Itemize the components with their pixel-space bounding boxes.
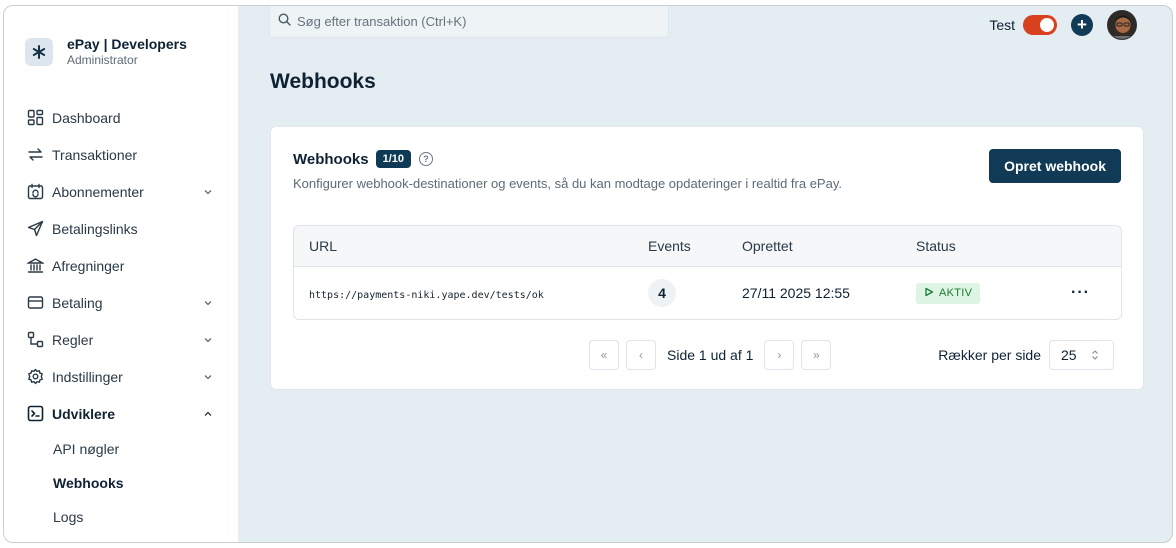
chevron-down-icon — [201, 370, 215, 384]
brand-role: Administrator — [67, 53, 138, 67]
search-bar[interactable] — [269, 6, 669, 38]
table-header: URL Events Oprettet Status — [294, 226, 1121, 267]
webhooks-card: Webhooks 1/10 ? Konfigurer webhook-desti… — [270, 126, 1144, 390]
table-row[interactable]: https://payments-niki.yape.dev/tests/ok … — [294, 267, 1121, 319]
card-title: Webhooks — [293, 150, 369, 168]
sidebar-item-label: Indstillinger — [52, 368, 123, 385]
chevron-down-icon — [201, 185, 215, 199]
chevron-updown-icon — [1091, 349, 1099, 361]
rows-per-page-select[interactable]: 25 — [1049, 340, 1114, 370]
workflow-icon — [26, 331, 44, 349]
sidebar-item-indstillinger[interactable]: Indstillinger — [18, 358, 223, 395]
rows-per-page: Rækker per side 25 — [938, 340, 1114, 370]
terminal-icon — [26, 405, 44, 423]
sidebar-subitem-logs[interactable]: Logs — [18, 500, 223, 534]
topbar-actions: Test + — [989, 10, 1137, 40]
sidebar-item-label: Abonnementer — [52, 183, 144, 200]
status-label: AKTIV — [939, 287, 973, 299]
gear-icon — [26, 368, 44, 386]
sidebar-item-label: Betalingslinks — [52, 220, 138, 237]
test-mode-toggle[interactable] — [1023, 15, 1057, 35]
page-title: Webhooks — [270, 70, 376, 93]
status-badge: AKTIV — [916, 282, 981, 304]
sidebar-nav: Dashboard Transaktioner Abonnementer Bet… — [18, 99, 223, 534]
sidebar-item-label: Transaktioner — [52, 146, 138, 163]
search-input[interactable] — [297, 14, 657, 29]
webhook-url: https://payments-niki.yape.dev/tests/ok — [309, 290, 544, 301]
sidebar-subitem-api-keys[interactable]: API nøgler — [18, 432, 223, 466]
calendar-repeat-icon — [26, 183, 44, 201]
create-webhook-button[interactable]: Opret webhook — [989, 149, 1121, 183]
avatar[interactable] — [1107, 10, 1137, 40]
column-header-events: Events — [648, 238, 691, 254]
first-page-button[interactable]: « — [589, 340, 619, 370]
events-count: 4 — [648, 279, 676, 307]
created-date: 27/11 2025 12:55 — [742, 285, 850, 301]
chevron-up-icon — [201, 407, 215, 421]
add-button[interactable]: + — [1071, 14, 1093, 36]
dashboard-icon — [26, 109, 44, 127]
card-description: Konfigurer webhook-destinationer og even… — [293, 176, 842, 191]
brand-name: ePay | Developers — [67, 36, 187, 52]
prev-page-button[interactable]: ‹ — [626, 340, 656, 370]
sidebar-item-betalingslinks[interactable]: Betalingslinks — [18, 210, 223, 247]
brand[interactable]: ePay | Developers Administrator — [25, 36, 187, 68]
pagination: « ‹ Side 1 ud af 1 › » — [589, 340, 838, 370]
play-icon — [924, 287, 934, 300]
column-header-created: Oprettet — [742, 238, 793, 254]
sidebar-item-betaling[interactable]: Betaling — [18, 284, 223, 321]
sidebar-item-label: Regler — [52, 331, 94, 348]
arrows-exchange-icon — [26, 146, 44, 164]
test-mode-label: Test — [989, 17, 1015, 33]
more-actions-icon[interactable]: ··· — [1071, 284, 1090, 301]
sidebar-subitem-webhooks[interactable]: Webhooks — [18, 466, 223, 500]
count-badge: 1/10 — [375, 150, 411, 168]
last-page-button[interactable]: » — [801, 340, 832, 370]
credit-card-icon — [26, 294, 44, 312]
chevron-down-icon — [201, 333, 215, 347]
epay-logo-icon — [25, 38, 53, 66]
sidebar-item-dashboard[interactable]: Dashboard — [18, 99, 223, 136]
sidebar-item-udviklere[interactable]: Udviklere — [18, 395, 223, 432]
page-indicator: Side 1 ud af 1 — [667, 347, 754, 363]
help-icon[interactable]: ? — [419, 152, 433, 166]
sidebar-item-label: Betaling — [52, 294, 103, 311]
chevron-down-icon — [201, 296, 215, 310]
rows-per-page-label: Rækker per side — [938, 347, 1041, 363]
rows-per-page-value: 25 — [1061, 347, 1077, 363]
next-page-button[interactable]: › — [764, 340, 795, 370]
sidebar-item-abonnementer[interactable]: Abonnementer — [18, 173, 223, 210]
search-icon — [278, 12, 291, 31]
sidebar-item-label: Dashboard — [52, 109, 121, 126]
sidebar-item-afregninger[interactable]: Afregninger — [18, 247, 223, 284]
sidebar-item-label: Udviklere — [52, 405, 116, 422]
sidebar: ePay | Developers Administrator Dashboar… — [4, 6, 238, 542]
column-header-url: URL — [309, 238, 338, 254]
bank-icon — [26, 257, 44, 275]
paper-plane-icon — [26, 220, 44, 238]
sidebar-item-transaktioner[interactable]: Transaktioner — [18, 136, 223, 173]
app-window: ePay | Developers Administrator Dashboar… — [3, 5, 1173, 543]
column-header-status: Status — [916, 238, 956, 254]
webhooks-table: URL Events Oprettet Status https://payme… — [293, 225, 1122, 320]
sidebar-item-regler[interactable]: Regler — [18, 321, 223, 358]
sidebar-item-label: Afregninger — [52, 257, 125, 274]
